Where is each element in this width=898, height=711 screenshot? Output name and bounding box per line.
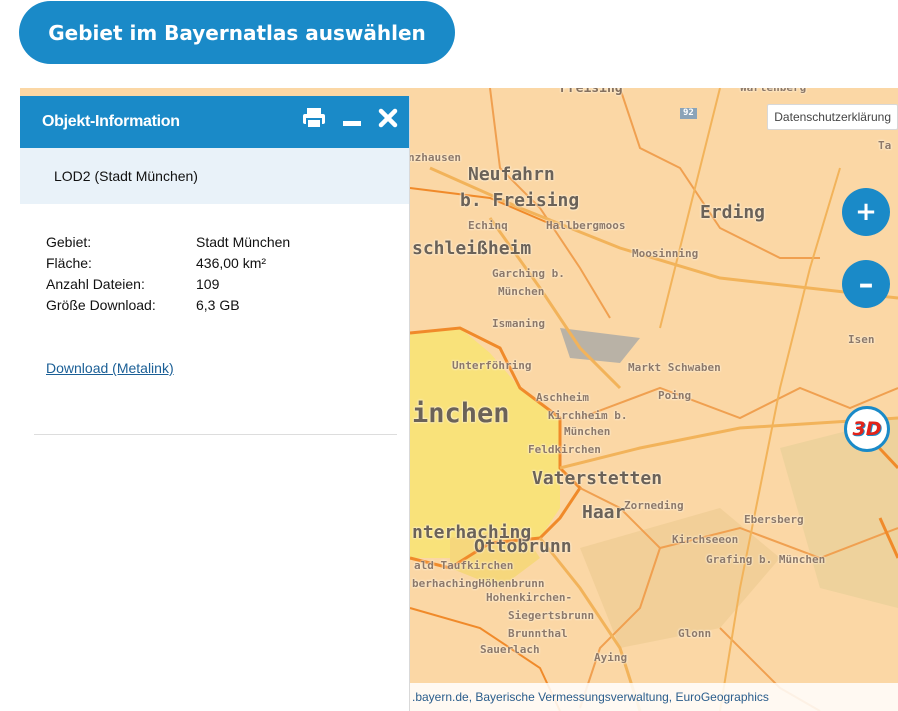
place-label: Poing xyxy=(658,389,692,402)
print-icon[interactable] xyxy=(301,106,327,130)
place-label: München xyxy=(498,285,545,298)
road-badge: 92 xyxy=(680,108,697,119)
place-label: Unterföhring xyxy=(452,359,532,372)
panel-title: Objekt-Information xyxy=(42,113,180,130)
place-label: Neufahrn xyxy=(468,164,555,185)
info-key: Anzahl Dateien: xyxy=(46,276,145,292)
place-label: München xyxy=(564,425,611,438)
info-key: Fläche: xyxy=(46,255,92,271)
info-value: 109 xyxy=(196,276,220,292)
place-label: Ottobrunn xyxy=(474,536,572,557)
minus-icon: – xyxy=(858,266,874,302)
place-label: Wartenberg xyxy=(740,88,806,93)
place-label: Brunnthal xyxy=(508,627,568,640)
divider xyxy=(34,434,397,435)
panel-header-actions xyxy=(301,106,399,130)
place-label: Zorneding xyxy=(624,499,684,512)
place-label: Freising xyxy=(560,88,623,96)
place-label: b. Freising xyxy=(460,190,580,211)
place-label: Kirchheim b. xyxy=(548,409,628,422)
zoom-in-button[interactable]: + xyxy=(842,188,890,236)
place-label: Feldkirchen xyxy=(528,443,601,456)
info-value: 436,00 km² xyxy=(196,255,267,271)
minimize-icon[interactable] xyxy=(341,106,363,130)
panel-subheader: LOD2 (Stadt München) xyxy=(20,148,409,204)
map-attribution: .bayern.de, Bayerische Vermessungsverwal… xyxy=(408,683,898,711)
download-metalink-link[interactable]: Download (Metalink) xyxy=(46,360,174,376)
info-row-area: Gebiet: Stadt München xyxy=(46,232,290,253)
place-label: Sauerlach xyxy=(480,643,540,656)
place-label: Aying xyxy=(594,651,628,664)
place-label: Haar xyxy=(582,502,626,523)
info-row-size: Fläche: 436,00 km² xyxy=(46,253,290,274)
place-label: Vaterstetten xyxy=(532,468,663,489)
place-label: Kirchseeon xyxy=(672,533,739,546)
place-label: Erding xyxy=(700,202,766,223)
info-table: Gebiet: Stadt München Fläche: 436,00 km²… xyxy=(46,232,290,316)
place-label: Isen xyxy=(848,333,875,346)
3d-label: 3D xyxy=(852,418,882,440)
place-label: inchen xyxy=(412,398,510,429)
info-row-download-size: Größe Download: 6,3 GB xyxy=(46,295,290,316)
place-label: schleißheim xyxy=(412,238,532,259)
place-label: Grafing b. München xyxy=(706,553,826,566)
place-label: Ta xyxy=(878,139,892,152)
place-label: berhachingHöhenbrunn xyxy=(412,577,545,590)
place-label: Glonn xyxy=(678,627,712,640)
place-label: ald Taufkirchen xyxy=(414,559,514,572)
place-label: nzhausen xyxy=(408,151,461,164)
object-info-panel: Objekt-Information LOD2 (Stadt München) xyxy=(20,96,410,711)
place-label: Ebersberg xyxy=(744,513,804,526)
info-key: Gebiet: xyxy=(46,234,92,250)
place-label: Hallbergmoos xyxy=(546,219,626,232)
close-icon[interactable] xyxy=(377,106,399,130)
info-value: 6,3 GB xyxy=(196,297,240,313)
place-label: Markt Schwaben xyxy=(628,361,721,374)
select-area-button[interactable]: Gebiet im Bayernatlas auswählen xyxy=(19,1,455,64)
info-row-file-count: Anzahl Dateien: 109 xyxy=(46,274,290,295)
place-label: Garching b. xyxy=(492,267,565,280)
info-value: Stadt München xyxy=(196,234,291,250)
place-label: Echinq xyxy=(468,219,508,232)
3d-view-button[interactable]: 3D xyxy=(844,406,890,452)
zoom-out-button[interactable]: – xyxy=(842,260,890,308)
place-label: Ismaning xyxy=(492,317,545,330)
layer-name: LOD2 (Stadt München) xyxy=(54,168,198,184)
privacy-policy-link[interactable]: Datenschutzerklärung xyxy=(767,104,898,130)
place-label: Aschheim xyxy=(536,391,589,404)
plus-icon: + xyxy=(855,197,877,227)
panel-header: Objekt-Information xyxy=(20,96,409,148)
info-key: Größe Download: xyxy=(46,297,156,313)
place-label: Moosinning xyxy=(632,247,699,260)
place-label: Hohenkirchen- xyxy=(486,591,573,604)
place-label: Siegertsbrunn xyxy=(508,609,595,622)
